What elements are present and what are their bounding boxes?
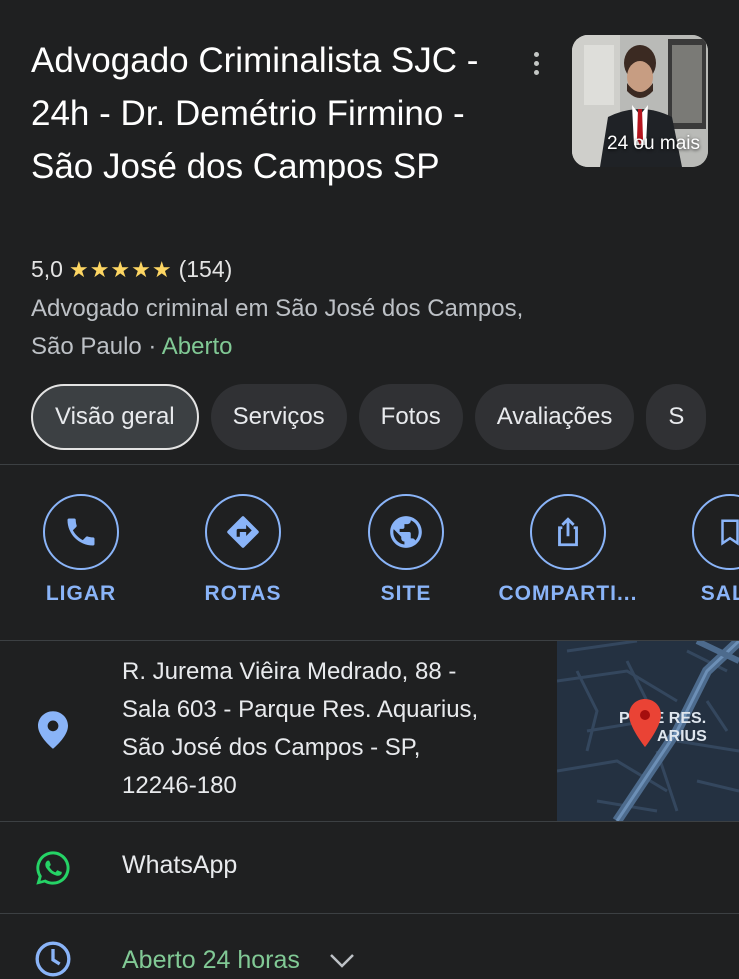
open-status: Aberto (161, 333, 233, 360)
bookmark-icon (692, 494, 739, 570)
more-options-icon[interactable] (524, 48, 548, 88)
address-line: São José dos Campos - SP, (122, 734, 421, 761)
divider (0, 913, 739, 914)
share-label: COMPARTI... (498, 582, 638, 605)
hours-row[interactable]: Aberto 24 horas (122, 946, 355, 975)
website-button[interactable]: SITE (326, 494, 486, 606)
share-icon (530, 494, 606, 570)
photo-count-label: 24 ou mais (607, 133, 700, 154)
map-streets: PQUE RES. ARIUS (557, 641, 739, 821)
divider (0, 821, 739, 822)
address-line: Sala 603 - Parque Res. Aquarius, (122, 696, 479, 723)
address-line: R. Jurema Viêira Medrado, 88 - (122, 658, 457, 685)
phone-icon (43, 494, 119, 570)
divider (0, 464, 739, 465)
map-thumbnail[interactable]: PQUE RES. ARIUS (557, 641, 739, 821)
share-button[interactable]: COMPARTI... (488, 494, 648, 606)
whatsapp-icon (36, 851, 70, 885)
hours-label: Aberto 24 horas (122, 946, 300, 974)
category-line: Advogado criminal em São José dos Campos… (31, 290, 531, 366)
tab-next-partial[interactable]: S (646, 384, 707, 450)
directions-icon (205, 494, 281, 570)
separator-dot: · (141, 333, 162, 360)
action-buttons: LIGAR ROTAS SITE COMPARTI... SALV (0, 494, 739, 614)
tab-reviews[interactable]: Avaliações (474, 384, 635, 450)
address-line: 12246-180 (122, 772, 237, 799)
tab-bar: Visão geral Serviços Fotos Avaliações S (31, 384, 707, 450)
address-row[interactable]: R. Jurema Viêira Medrado, 88 - Sala 603 … (0, 641, 739, 821)
save-label: SALV (700, 582, 739, 605)
globe-icon (368, 494, 444, 570)
rating-row[interactable]: 5,0 ★★★★★ (154) (31, 256, 232, 283)
directions-label: ROTAS (204, 582, 282, 605)
save-button[interactable]: SALV (650, 494, 739, 606)
directions-button[interactable]: ROTAS (163, 494, 323, 606)
review-count: (154) (178, 256, 233, 282)
chevron-down-icon[interactable] (329, 953, 355, 969)
clock-icon (35, 941, 71, 977)
tab-overview[interactable]: Visão geral (31, 384, 199, 450)
location-pin-icon (38, 711, 68, 749)
category-text: Advogado criminal em São José dos Campos… (31, 295, 524, 360)
tab-services[interactable]: Serviços (210, 384, 347, 450)
tab-photos[interactable]: Fotos (358, 384, 463, 450)
place-photo-thumbnail[interactable]: 24 ou mais (572, 35, 708, 167)
website-label: SITE (380, 582, 432, 605)
map-label: ARIUS (657, 728, 707, 745)
call-button[interactable]: LIGAR (1, 494, 161, 606)
place-title: Advogado Criminalista SJC - 24h - Dr. De… (31, 41, 479, 186)
rating-stars-icon: ★★★★★ (68, 256, 173, 282)
whatsapp-link[interactable]: WhatsApp (122, 851, 237, 880)
rating-score: 5,0 (31, 256, 63, 282)
address-text: R. Jurema Viêira Medrado, 88 - Sala 603 … (122, 653, 542, 805)
call-label: LIGAR (45, 582, 117, 605)
